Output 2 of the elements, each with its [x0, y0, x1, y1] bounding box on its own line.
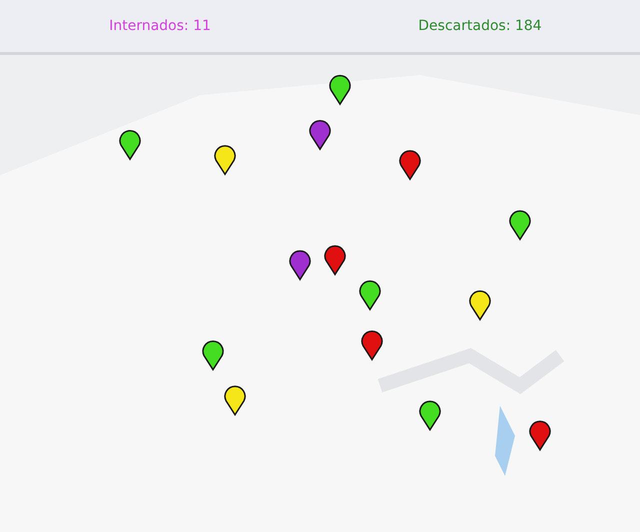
stat-label: Internados: 11 [108, 18, 212, 34]
stat-label: Descartados: 184 [417, 18, 543, 34]
